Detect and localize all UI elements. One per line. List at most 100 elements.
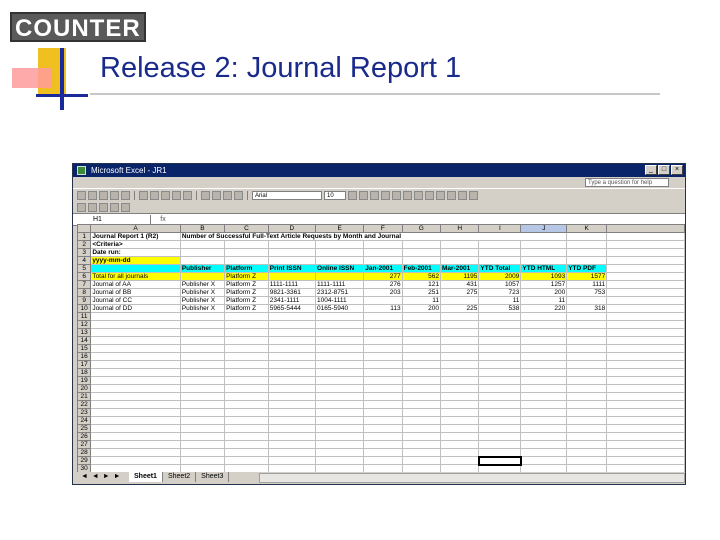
- cell[interactable]: [90, 424, 181, 433]
- column-header-e[interactable]: E: [315, 224, 365, 233]
- cell[interactable]: [179, 408, 226, 417]
- cell[interactable]: [478, 416, 522, 425]
- column-header-g[interactable]: G: [401, 224, 442, 233]
- cell[interactable]: [401, 416, 442, 425]
- cell[interactable]: [224, 352, 269, 361]
- cell[interactable]: [439, 336, 480, 345]
- cell[interactable]: [179, 272, 226, 281]
- cell[interactable]: [267, 368, 317, 377]
- cell[interactable]: [315, 256, 365, 265]
- cell[interactable]: [179, 448, 226, 457]
- cell[interactable]: [315, 240, 365, 249]
- cell[interactable]: [315, 360, 365, 369]
- cell[interactable]: [606, 360, 685, 369]
- cell[interactable]: [566, 368, 608, 377]
- cell[interactable]: [90, 344, 181, 353]
- percent-icon[interactable]: [436, 191, 445, 200]
- print-icon[interactable]: [110, 191, 119, 200]
- cell[interactable]: [439, 424, 480, 433]
- cell[interactable]: [267, 392, 317, 401]
- cell[interactable]: [566, 400, 608, 409]
- cell[interactable]: Print ISSN: [267, 264, 317, 273]
- cell[interactable]: [179, 352, 226, 361]
- cell[interactable]: [224, 336, 269, 345]
- cell[interactable]: 1111-1111: [267, 280, 317, 289]
- cell[interactable]: YTD Total: [478, 264, 522, 273]
- row-header[interactable]: 3: [77, 248, 92, 257]
- row-header[interactable]: 14: [77, 336, 92, 345]
- cell[interactable]: [520, 248, 568, 257]
- cell[interactable]: [401, 368, 442, 377]
- currency-icon[interactable]: [425, 191, 434, 200]
- tab-sheet2[interactable]: Sheet2: [163, 472, 197, 482]
- cell[interactable]: [315, 408, 365, 417]
- cell[interactable]: [439, 384, 480, 393]
- sort-ascending-icon[interactable]: [212, 191, 221, 200]
- font-size-select[interactable]: 10: [324, 191, 346, 200]
- cell[interactable]: [179, 320, 226, 329]
- cell[interactable]: Journal of AA: [90, 280, 181, 289]
- cell[interactable]: 203: [363, 288, 403, 297]
- cell[interactable]: 9821-3361: [267, 288, 317, 297]
- sheet-nav-arrows[interactable]: ◄ ◄ ► ►: [77, 472, 129, 482]
- cell[interactable]: [606, 248, 685, 257]
- cell[interactable]: [90, 416, 181, 425]
- print-preview-icon[interactable]: [121, 191, 130, 200]
- column-header-a[interactable]: A: [90, 224, 181, 233]
- column-header-h[interactable]: H: [439, 224, 480, 233]
- cell[interactable]: [520, 456, 568, 465]
- cell[interactable]: [90, 368, 181, 377]
- cell[interactable]: [267, 424, 317, 433]
- cell[interactable]: [606, 424, 685, 433]
- paste-icon[interactable]: [161, 191, 170, 200]
- cell[interactable]: [520, 328, 568, 337]
- cell[interactable]: [267, 272, 317, 281]
- bold-icon[interactable]: [348, 191, 357, 200]
- row-header[interactable]: 20: [77, 384, 92, 393]
- cell[interactable]: [566, 336, 608, 345]
- cell[interactable]: [363, 432, 403, 441]
- cell[interactable]: [315, 440, 365, 449]
- cell[interactable]: Jan-2001: [363, 264, 403, 273]
- cell[interactable]: [606, 344, 685, 353]
- toolbar-icon[interactable]: [121, 203, 130, 212]
- cell[interactable]: [401, 344, 442, 353]
- row-header[interactable]: 19: [77, 376, 92, 385]
- cell[interactable]: [363, 336, 403, 345]
- align-right-icon[interactable]: [403, 191, 412, 200]
- font-name-select[interactable]: Arial: [252, 191, 322, 200]
- row-header[interactable]: 22: [77, 400, 92, 409]
- cell[interactable]: [520, 400, 568, 409]
- column-header-f[interactable]: F: [363, 224, 403, 233]
- cell[interactable]: [90, 408, 181, 417]
- cell[interactable]: [520, 392, 568, 401]
- cell[interactable]: [478, 256, 522, 265]
- cell[interactable]: [606, 456, 685, 465]
- cell[interactable]: [363, 384, 403, 393]
- cell[interactable]: [267, 440, 317, 449]
- cell[interactable]: [566, 312, 608, 321]
- cell[interactable]: 1111-1111: [315, 280, 365, 289]
- cell[interactable]: [520, 344, 568, 353]
- cell[interactable]: [363, 240, 403, 249]
- cell[interactable]: [606, 296, 685, 305]
- cell[interactable]: [401, 408, 442, 417]
- cell[interactable]: [566, 392, 608, 401]
- cell[interactable]: [606, 232, 685, 241]
- cell[interactable]: [224, 424, 269, 433]
- cell[interactable]: [363, 416, 403, 425]
- cell[interactable]: [478, 368, 522, 377]
- row-header[interactable]: 16: [77, 352, 92, 361]
- minimize-button[interactable]: _: [645, 165, 657, 175]
- cell[interactable]: [363, 400, 403, 409]
- cell[interactable]: Platform: [224, 264, 269, 273]
- cell[interactable]: [315, 376, 365, 385]
- cell[interactable]: [224, 448, 269, 457]
- cell[interactable]: Publisher X: [179, 296, 226, 305]
- cell[interactable]: [363, 440, 403, 449]
- cell[interactable]: Platform Z: [224, 304, 269, 313]
- cell[interactable]: Publisher X: [179, 288, 226, 297]
- tab-sheet1[interactable]: Sheet1: [129, 472, 163, 482]
- toolbar-icon[interactable]: [110, 203, 119, 212]
- column-header-i[interactable]: I: [478, 224, 522, 233]
